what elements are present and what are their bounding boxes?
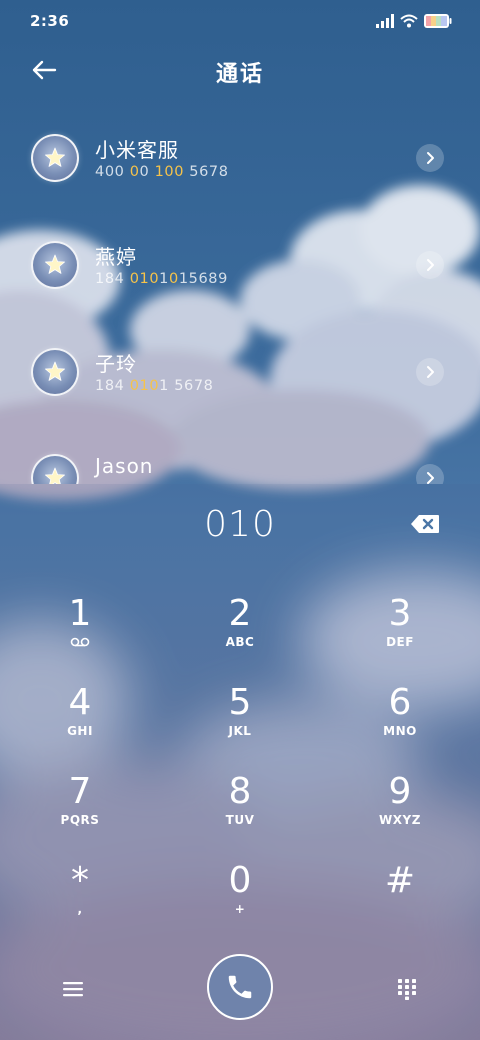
wifi-icon xyxy=(400,14,418,28)
key-9[interactable]: 9 WXYZ xyxy=(340,772,460,852)
key-4[interactable]: 4 GHI xyxy=(20,683,140,763)
call-button[interactable] xyxy=(207,954,273,1020)
status-icons xyxy=(376,12,452,30)
key-digit: 8 xyxy=(228,771,252,812)
contact-name: 小米客服 xyxy=(95,138,179,162)
contact-detail-button[interactable] xyxy=(416,358,444,386)
key-5[interactable]: 5 JKL xyxy=(180,683,300,763)
key-digit: 2 xyxy=(228,593,252,634)
backspace-button[interactable] xyxy=(410,514,444,538)
key-letters xyxy=(340,901,460,917)
keypad-icon xyxy=(398,979,416,1000)
contact-match-list: 小米客服 400 00 100 5678 燕婷 184 0101015689 子… xyxy=(0,108,480,484)
contact-number: 400 00 100 5678 xyxy=(95,164,229,180)
battery-icon xyxy=(424,14,452,28)
key-digit: 5 xyxy=(228,682,252,723)
key-letters: ABC xyxy=(225,635,255,649)
avatar xyxy=(31,241,79,289)
key-star[interactable]: * , xyxy=(20,861,140,941)
key-0[interactable]: 0 + xyxy=(180,861,300,941)
key-letters: JKL xyxy=(228,724,252,738)
star-icon xyxy=(45,467,65,484)
page-title: 通话 xyxy=(215,62,264,87)
key-7[interactable]: 7 PQRS xyxy=(20,772,140,852)
star-icon xyxy=(45,254,65,274)
contact-number: 184 0101 5678 xyxy=(95,378,214,394)
status-bar: 2:36 xyxy=(0,0,480,40)
dialed-number: 010 xyxy=(204,504,276,545)
key-letters: WXYZ xyxy=(379,813,421,827)
avatar xyxy=(31,454,79,484)
dialer-action-bar xyxy=(0,954,480,1034)
avatar xyxy=(31,348,79,396)
status-time: 2:36 xyxy=(30,12,70,30)
key-8[interactable]: 8 TUV xyxy=(180,772,300,852)
key-letters: MNO xyxy=(383,724,417,738)
key-hash[interactable]: # xyxy=(340,861,460,941)
star-icon xyxy=(45,147,65,167)
contact-detail-button[interactable] xyxy=(416,251,444,279)
keypad-toggle-button[interactable] xyxy=(390,972,424,1006)
menu-button[interactable] xyxy=(56,972,90,1006)
key-6[interactable]: 6 MNO xyxy=(340,683,460,763)
key-digit: 9 xyxy=(388,771,412,812)
key-digit: 1 xyxy=(68,593,92,634)
contact-row[interactable]: 小米客服 400 00 100 5678 xyxy=(0,108,480,208)
contact-row[interactable]: Jason xyxy=(0,428,480,484)
key-digit: 3 xyxy=(388,593,412,634)
key-letters xyxy=(20,634,140,650)
key-digit: # xyxy=(384,860,416,901)
contact-name: 燕婷 xyxy=(95,245,137,269)
signal-icon xyxy=(376,14,394,28)
key-letters: DEF xyxy=(386,635,414,649)
voicemail-icon xyxy=(70,637,90,647)
chevron-right-icon xyxy=(427,152,434,164)
contact-row[interactable]: 燕婷 184 0101015689 xyxy=(0,215,480,315)
chevron-right-icon xyxy=(427,472,434,484)
key-1[interactable]: 1 xyxy=(20,594,140,674)
key-digit: 6 xyxy=(388,682,412,723)
key-letters: TUV xyxy=(225,813,255,827)
key-letters: PQRS xyxy=(60,813,100,827)
contact-detail-button[interactable] xyxy=(416,144,444,172)
contact-number: 184 0101015689 xyxy=(95,271,228,287)
contact-name: 子玲 xyxy=(95,352,137,376)
key-letters: + xyxy=(234,902,246,916)
phone-icon xyxy=(228,975,252,999)
contact-detail-button[interactable] xyxy=(416,464,444,484)
menu-icon xyxy=(63,982,83,997)
backspace-icon xyxy=(411,515,439,533)
key-letters: , xyxy=(77,902,83,916)
key-letters: GHI xyxy=(67,724,93,738)
header: 通话 xyxy=(0,48,480,92)
key-digit: * xyxy=(71,860,89,901)
key-digit: 0 xyxy=(228,860,252,901)
contact-name: Jason xyxy=(95,454,154,478)
avatar xyxy=(31,134,79,182)
key-digit: 4 xyxy=(68,682,92,723)
star-icon xyxy=(45,361,65,381)
chevron-right-icon xyxy=(427,259,434,271)
key-3[interactable]: 3 DEF xyxy=(340,594,460,674)
key-2[interactable]: 2 ABC xyxy=(180,594,300,674)
dialer-panel: 010 1 2 ABC 3 DEF 4 GHI 5 JKL 6 MNO 7 PQ… xyxy=(0,484,480,1040)
chevron-right-icon xyxy=(427,366,434,378)
key-digit: 7 xyxy=(68,771,92,812)
contact-row[interactable]: 子玲 184 0101 5678 xyxy=(0,322,480,422)
